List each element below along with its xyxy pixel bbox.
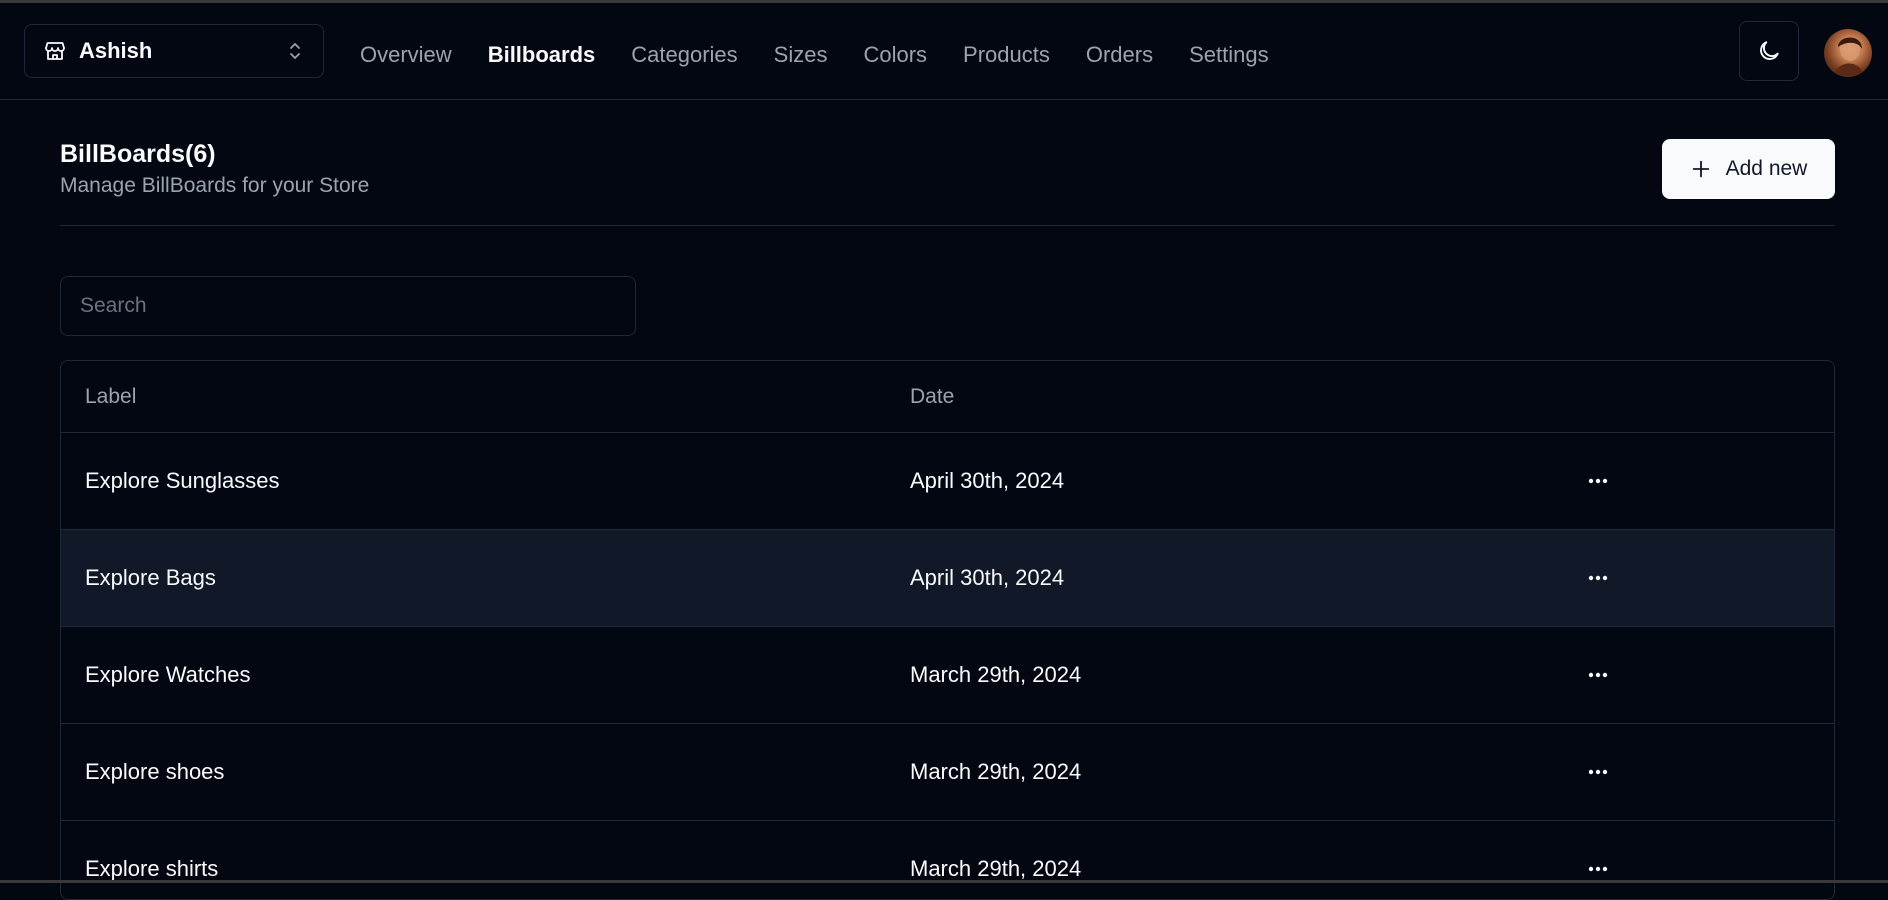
page-subtitle: Manage BillBoards for your Store [60, 174, 370, 197]
more-horizontal-icon [1588, 866, 1608, 872]
add-new-button[interactable]: Add new [1662, 139, 1835, 199]
header-separator [60, 225, 1835, 226]
row-actions-button[interactable] [1573, 461, 1623, 501]
theme-toggle-button[interactable] [1739, 21, 1799, 81]
avatar-image [1834, 37, 1864, 77]
store-switcher[interactable]: Ashish [24, 24, 324, 78]
add-new-label: Add new [1725, 157, 1808, 180]
billboards-table: Label Date Explore Sunglasses April 30th… [60, 360, 1835, 900]
nav-colors[interactable]: Colors [863, 42, 927, 68]
nav-sizes[interactable]: Sizes [774, 42, 828, 68]
row-actions-button[interactable] [1573, 558, 1623, 598]
row-label: Explore Sunglasses [85, 468, 280, 493]
table-row: Explore Sunglasses April 30th, 2024 [61, 433, 1834, 530]
table-row: Explore shoes March 29th, 2024 [61, 724, 1834, 821]
nav-orders[interactable]: Orders [1086, 42, 1153, 68]
top-navbar: Ashish Overview Billboards Categories Si… [0, 3, 1888, 100]
row-actions-button[interactable] [1573, 849, 1623, 889]
row-label: Explore shirts [85, 856, 219, 881]
page-title: BillBoards(6) [60, 140, 216, 168]
column-header-date: Date [910, 384, 955, 408]
more-horizontal-icon [1588, 478, 1608, 484]
plus-icon [1692, 160, 1709, 178]
more-horizontal-icon [1588, 672, 1608, 678]
nav-categories[interactable]: Categories [631, 42, 737, 68]
row-date: March 29th, 2024 [910, 662, 1082, 687]
user-avatar[interactable] [1824, 29, 1872, 77]
store-name: Ashish [79, 38, 153, 63]
row-label: Explore Watches [85, 662, 251, 687]
nav-overview[interactable]: Overview [360, 42, 452, 68]
row-date: April 30th, 2024 [910, 468, 1065, 493]
moon-icon [1760, 41, 1779, 60]
chevrons-up-down-icon [290, 43, 300, 59]
row-date: March 29th, 2024 [910, 759, 1082, 784]
table-row: Explore shirts March 29th, 2024 [61, 821, 1834, 899]
row-label: Explore shoes [85, 759, 225, 784]
nav-settings[interactable]: Settings [1189, 42, 1269, 68]
table-row: Explore Watches March 29th, 2024 [61, 627, 1834, 724]
row-actions-button[interactable] [1573, 752, 1623, 792]
table-header: Label Date [61, 361, 1834, 433]
row-actions-button[interactable] [1573, 655, 1623, 695]
row-date: April 30th, 2024 [910, 565, 1065, 590]
store-icon [45, 42, 65, 60]
nav-billboards[interactable]: Billboards [488, 42, 596, 68]
row-label: Explore Bags [85, 565, 216, 590]
row-date: March 29th, 2024 [910, 856, 1082, 881]
nav-products[interactable]: Products [963, 42, 1050, 68]
search-input[interactable] [60, 276, 636, 336]
main-nav: Overview Billboards Categories Sizes Col… [360, 6, 1305, 103]
table-row: Explore Bags April 30th, 2024 [61, 530, 1834, 627]
more-horizontal-icon [1588, 769, 1608, 775]
more-horizontal-icon [1588, 575, 1608, 581]
column-header-label: Label [85, 384, 137, 408]
